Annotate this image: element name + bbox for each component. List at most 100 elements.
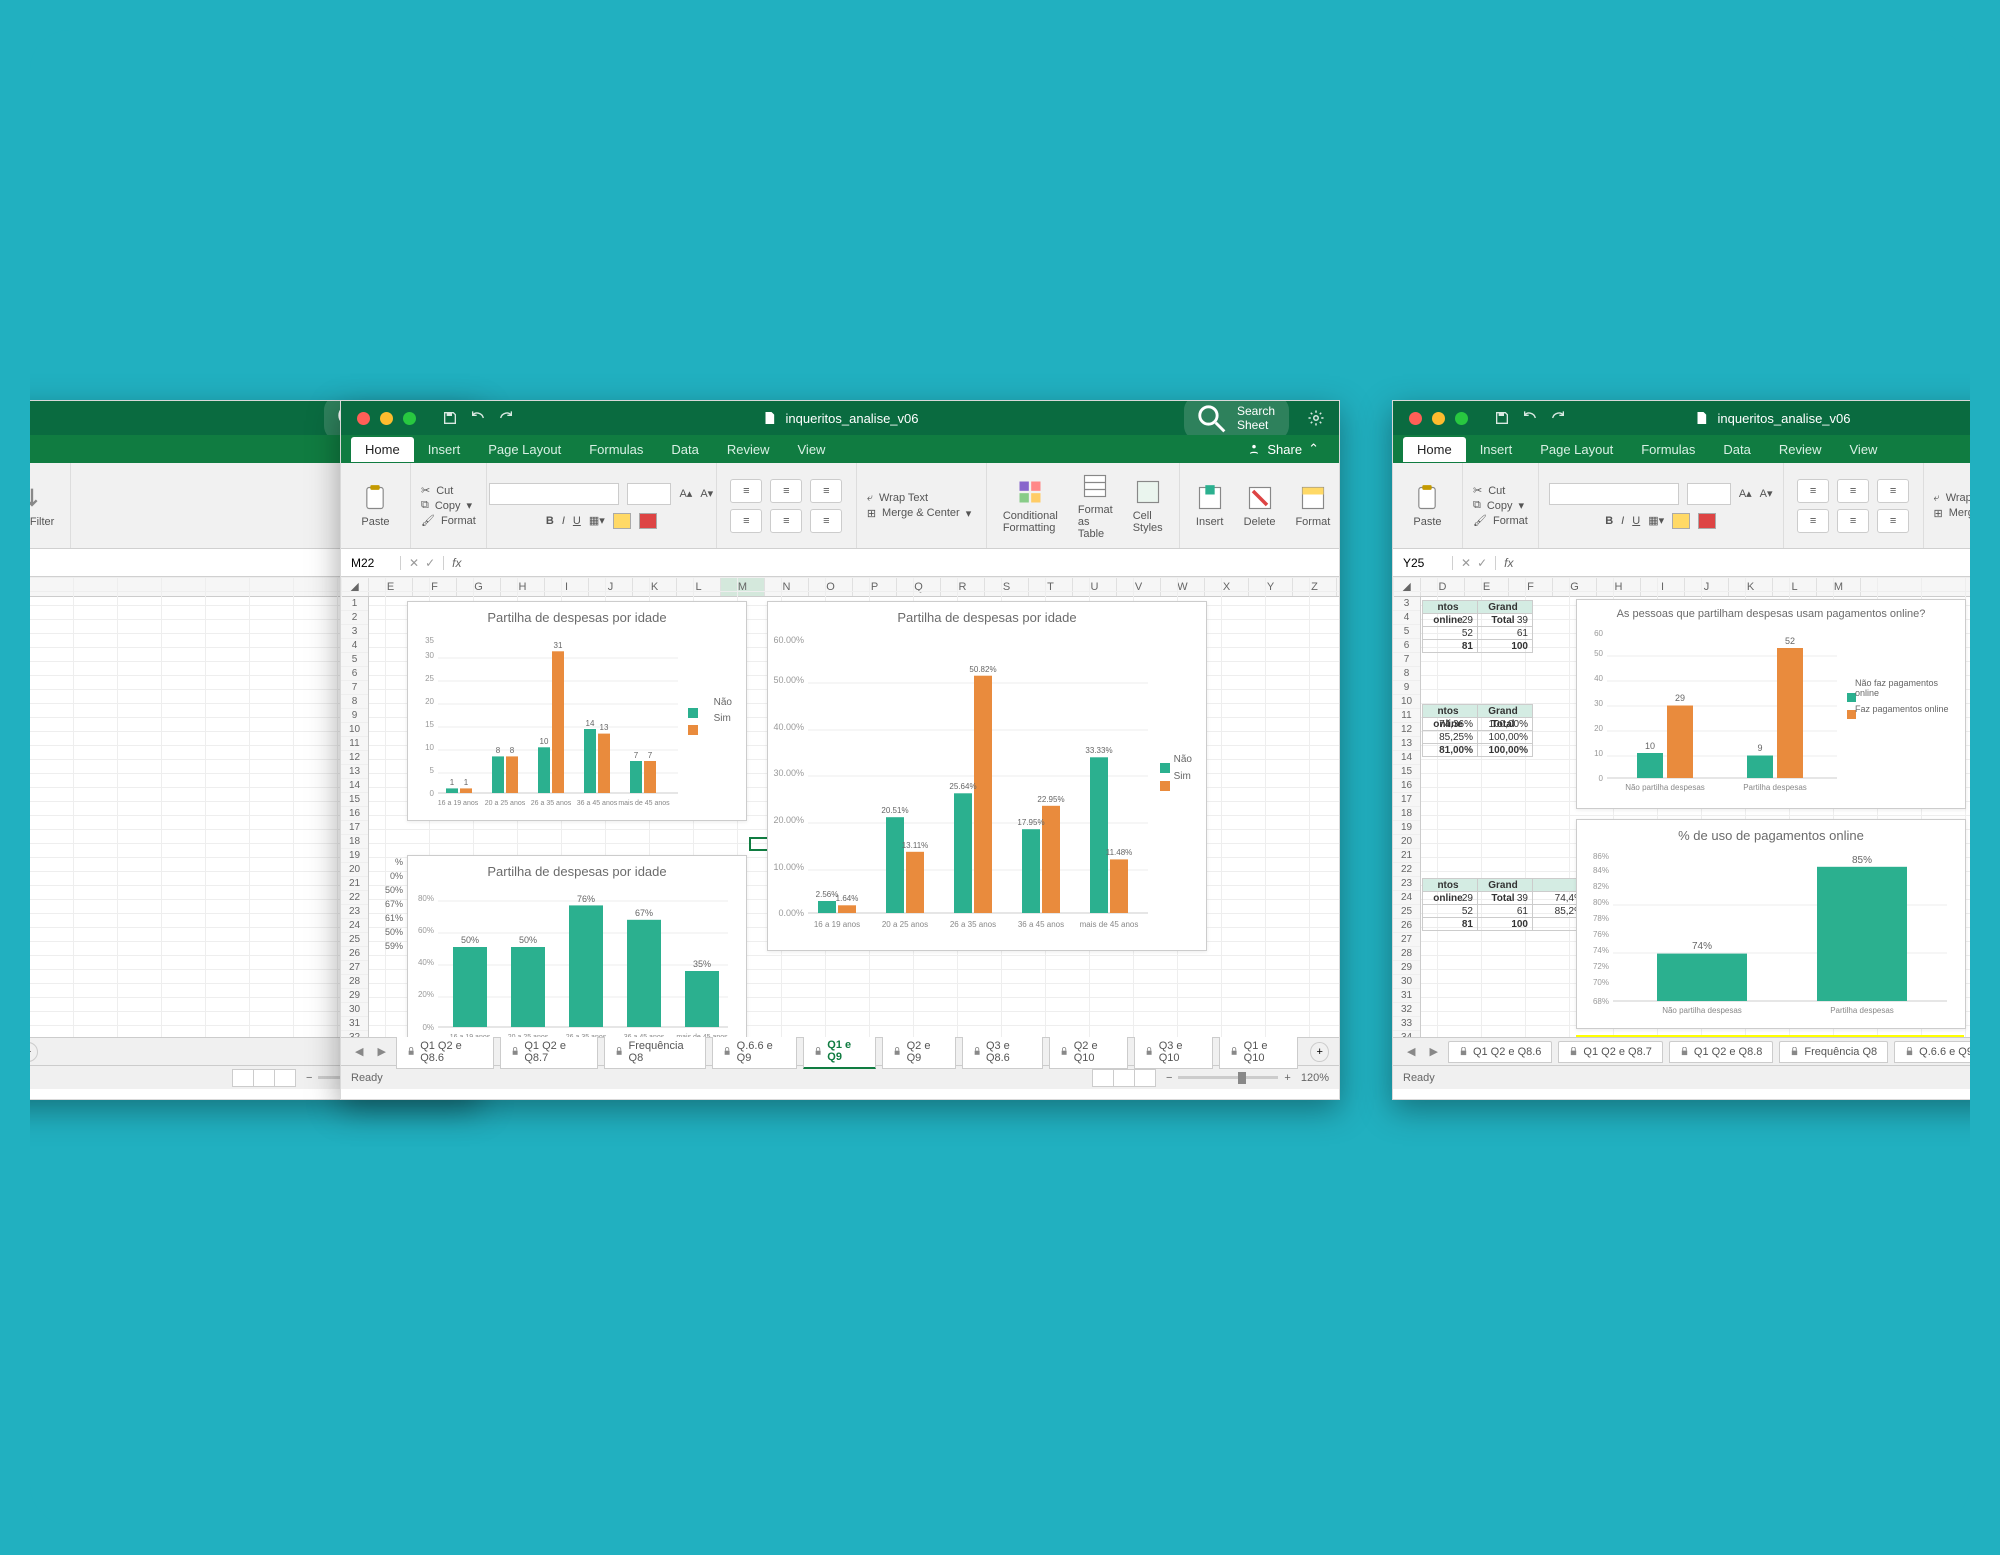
merge-button[interactable]: ⊞ Merge & Center ▾ xyxy=(867,507,971,520)
tab-data[interactable]: Data xyxy=(1709,437,1764,462)
font-select[interactable] xyxy=(489,483,619,505)
align-right[interactable]: ≡ xyxy=(810,509,842,533)
paste-button[interactable]: Paste xyxy=(1407,480,1447,532)
tab-review[interactable]: Review xyxy=(713,437,784,462)
sheet-tab[interactable]: Q2 e Q9 xyxy=(882,1035,955,1069)
fill-color[interactable] xyxy=(1672,513,1690,529)
align-right[interactable]: ≡ xyxy=(1877,509,1909,533)
enter-icon[interactable]: ✓ xyxy=(1477,556,1487,570)
add-sheet-button[interactable]: + xyxy=(30,1042,38,1062)
font-grow[interactable]: A▴ xyxy=(1739,487,1752,500)
sheet-tab[interactable]: Q3 e Q10 xyxy=(1134,1035,1213,1069)
save-icon[interactable] xyxy=(1494,410,1510,426)
align-top[interactable]: ≡ xyxy=(730,479,762,503)
font-size[interactable] xyxy=(627,483,671,505)
sheet-tab[interactable]: Q1 e Q9 xyxy=(803,1034,876,1069)
chart-counts[interactable]: Partilha de despesas por idade 051015202… xyxy=(407,601,747,821)
align-bot[interactable]: ≡ xyxy=(1877,479,1909,503)
cond-format-button[interactable]: Conditional Formatting xyxy=(997,474,1064,538)
border-button[interactable]: ▦▾ xyxy=(1648,514,1664,527)
wrap-button[interactable]: ⤶ Wrap Text xyxy=(1934,492,1970,505)
bold-button[interactable]: B xyxy=(1605,515,1613,527)
view-buttons[interactable] xyxy=(233,1069,296,1087)
grid[interactable]: ◢ EFGHI JKLMN OPQRS TUVWX YZ 12345678910… xyxy=(341,577,1339,1037)
underline-button[interactable]: U xyxy=(573,515,581,527)
cell-styles-button[interactable]: Cell Styles xyxy=(1127,474,1169,538)
sheet-tab[interactable]: Frequência Q8 xyxy=(604,1035,706,1069)
redo-icon[interactable] xyxy=(1550,410,1566,426)
bold-button[interactable]: B xyxy=(546,515,554,527)
share-button[interactable]: Share ⌃ xyxy=(1247,441,1329,457)
quick-access-toolbar[interactable] xyxy=(1494,410,1566,426)
wrap-button[interactable]: ⤶ Wrap Text xyxy=(867,492,928,505)
formula-bar[interactable]: M22 ✕✓ fx xyxy=(341,549,1339,577)
sheet-tab[interactable]: Q.6.6 e Q9 xyxy=(712,1035,797,1069)
sheet-tab[interactable]: Q1 Q2 e Q8.6 xyxy=(1448,1041,1552,1063)
view-buttons[interactable] xyxy=(1093,1069,1156,1087)
align-mid[interactable]: ≡ xyxy=(770,479,802,503)
chart-grouped-pct[interactable]: Partilha de despesas por idade 0.00%10.0… xyxy=(767,601,1207,951)
tab-data[interactable]: Data xyxy=(657,437,712,462)
tab-home[interactable]: Home xyxy=(1403,437,1466,462)
format-button[interactable]: Format xyxy=(1289,480,1336,532)
grid[interactable]: ◢ DEFGH IJKLM 34567891011121314151617181… xyxy=(1393,577,1970,1037)
font-select[interactable] xyxy=(1549,483,1679,505)
chart-online-grouped[interactable]: As pessoas que partilham despesas usam p… xyxy=(1576,599,1966,809)
cancel-icon[interactable]: ✕ xyxy=(409,556,419,570)
sheet-tab[interactable]: Q.6.6 e Q9 xyxy=(1894,1041,1970,1063)
sheet-tab[interactable]: Q1 Q2 e Q8.8 xyxy=(1669,1041,1773,1063)
zoom-control[interactable]: − + xyxy=(1166,1072,1291,1084)
sheet-tab[interactable]: Q1 Q2 e Q8.7 xyxy=(500,1035,598,1069)
font-size[interactable] xyxy=(1687,483,1731,505)
enter-icon[interactable]: ✓ xyxy=(425,556,435,570)
align-left[interactable]: ≡ xyxy=(730,509,762,533)
tab-view[interactable]: View xyxy=(1836,437,1892,462)
nav-prev[interactable]: ◀ xyxy=(1403,1045,1419,1058)
font-grow[interactable]: A▴ xyxy=(679,487,692,500)
sheet-tab[interactable]: Q3 e Q8.6 xyxy=(962,1035,1044,1069)
merge-button[interactable]: ⊞ Merge & Center ▾ xyxy=(1934,507,1970,520)
sheet-tab[interactable]: Q1 Q2 e Q8.6 xyxy=(396,1035,494,1069)
tab-page-layout[interactable]: Page Layout xyxy=(474,437,575,462)
align-left[interactable]: ≡ xyxy=(1797,509,1829,533)
chart-online-pct[interactable]: % de uso de pagamentos online 68%70%72%7… xyxy=(1576,819,1966,1029)
underline-button[interactable]: U xyxy=(1632,515,1640,527)
tab-view[interactable]: View xyxy=(784,437,840,462)
cancel-icon[interactable]: ✕ xyxy=(1461,556,1471,570)
cut-button[interactable]: ✂ Cut xyxy=(1473,484,1505,497)
sheet-tab[interactable]: Frequência Q8 xyxy=(1779,1041,1888,1063)
font-color[interactable] xyxy=(639,513,657,529)
formula-bar[interactable]: Y25 ✕✓ fx xyxy=(1393,549,1970,577)
italic-button[interactable]: I xyxy=(1621,515,1624,527)
border-button[interactable]: ▦▾ xyxy=(589,514,605,527)
sort-button[interactable]: AZ Sort & Filter xyxy=(30,480,60,532)
font-shrink[interactable]: A▾ xyxy=(700,487,713,500)
align-top[interactable]: ≡ xyxy=(1797,479,1829,503)
redo-icon[interactable] xyxy=(498,410,514,426)
name-box[interactable]: Y25 xyxy=(1393,556,1453,570)
cut-button[interactable]: ✂ Cut xyxy=(421,484,453,497)
tab-insert[interactable]: Insert xyxy=(414,437,475,462)
format-painter-button[interactable]: 🖌 Format xyxy=(1473,514,1528,527)
tab-page-layout[interactable]: Page Layout xyxy=(1526,437,1627,462)
traffic-lights[interactable] xyxy=(341,412,432,425)
tab-formulas[interactable]: Formulas xyxy=(1627,437,1709,462)
as-table-button[interactable]: Format as Table xyxy=(1072,468,1119,544)
font-shrink[interactable]: A▾ xyxy=(1760,487,1773,500)
align-center[interactable]: ≡ xyxy=(1837,509,1869,533)
chart-single-pct[interactable]: Partilha de despesas por idade 0%20%40%6… xyxy=(407,855,747,1037)
font-color[interactable] xyxy=(1698,513,1716,529)
copy-button[interactable]: ⧉ Copy ▾ xyxy=(421,499,472,512)
tab-home[interactable]: Home xyxy=(351,437,414,462)
tab-formulas[interactable]: Formulas xyxy=(575,437,657,462)
delete-button[interactable]: Delete xyxy=(1238,480,1282,532)
sheet-tab[interactable]: Q2 e Q10 xyxy=(1049,1035,1128,1069)
nav-prev[interactable]: ◀ xyxy=(351,1045,367,1058)
tab-review[interactable]: Review xyxy=(1765,437,1836,462)
align-bot[interactable]: ≡ xyxy=(810,479,842,503)
insert-button[interactable]: Insert xyxy=(1190,480,1230,532)
italic-button[interactable]: I xyxy=(562,515,565,527)
name-box[interactable]: M22 xyxy=(341,556,401,570)
undo-icon[interactable] xyxy=(470,410,486,426)
fill-color[interactable] xyxy=(613,513,631,529)
